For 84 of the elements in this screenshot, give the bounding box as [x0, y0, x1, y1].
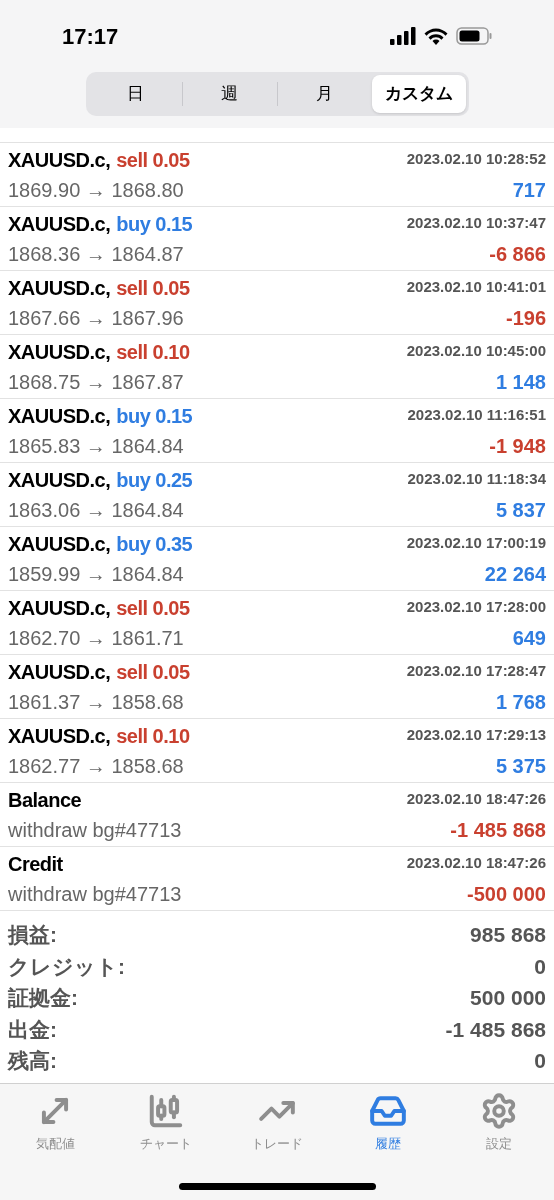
deal-symbol: XAUUSD.c,: [8, 659, 111, 685]
deal-prices: 1867.66 → 1867.96: [8, 305, 184, 331]
deal-amount: 5 375: [495, 753, 546, 779]
deal-time: 2023.02.10 10:45:00: [406, 341, 546, 362]
deal-time: 2023.02.10 11:18:34: [407, 469, 546, 490]
deal-symbol: XAUUSD.c,: [8, 467, 111, 493]
deal-symbol: XAUUSD.c,: [8, 723, 111, 749]
summary-label: 残高:: [8, 1048, 57, 1074]
deal-action: sell 0.05: [116, 275, 190, 301]
deal-action: buy 0.15: [116, 211, 193, 237]
deal-prices: 1868.75 → 1867.87: [8, 369, 184, 395]
battery-icon: [456, 27, 492, 45]
deal-row[interactable]: Balance 2023.02.10 18:47:26 withdraw bg#47713 -1 485 868: [0, 783, 554, 847]
period-tab[interactable]: 月: [277, 75, 371, 113]
deal-amount: 1 148: [495, 369, 546, 395]
period-tab[interactable]: 日: [88, 75, 182, 113]
wifi-icon: [424, 27, 448, 45]
deal-symbol: XAUUSD.c,: [8, 211, 111, 237]
deal-time: 2023.02.10 17:28:47: [406, 661, 546, 682]
deal-time: 2023.02.10 18:47:26: [406, 853, 546, 874]
deal-time: 2023.02.10 10:28:52: [406, 149, 546, 170]
summary-label: 証拠金:: [8, 985, 78, 1011]
summary-label: クレジット:: [8, 953, 125, 980]
deal-prices: 1862.70 → 1861.71: [8, 625, 184, 651]
period-tab[interactable]: カスタム: [372, 75, 466, 113]
deal-action: sell 0.10: [116, 723, 190, 749]
summary-value: 500 000: [470, 985, 546, 1011]
status-time: 17:17: [62, 22, 119, 51]
deal-action: sell 0.05: [116, 595, 190, 621]
deal-prices: 1868.36 → 1864.87: [8, 241, 184, 267]
period-tab[interactable]: 週: [183, 75, 277, 113]
deal-time: 2023.02.10 17:29:13: [406, 725, 546, 746]
deal-amount: -1 948: [489, 433, 546, 459]
deal-amount: -196: [505, 305, 546, 331]
deal-action: sell 0.05: [116, 659, 190, 685]
deal-prices: withdraw bg#47713: [8, 881, 182, 907]
deal-amount: 22 264: [484, 561, 546, 587]
deal-prices: withdraw bg#47713: [8, 817, 182, 843]
deal-prices: 1863.06 → 1864.84: [8, 497, 184, 523]
deal-prices: 1865.83 → 1864.84: [8, 433, 184, 459]
deal-symbol: XAUUSD.c,: [8, 531, 111, 557]
deal-prices: 1861.37 → 1858.68: [8, 689, 184, 715]
deal-time: 2023.02.10 18:47:26: [406, 789, 546, 810]
deal-symbol: XAUUSD.c,: [8, 147, 111, 173]
deal-prices: 1862.77 → 1858.68: [8, 753, 184, 779]
summary-value: 985 868: [470, 922, 546, 948]
deal-prices: 1859.99 → 1864.84: [8, 561, 184, 587]
deal-row[interactable]: XAUUSD.c, buy 0.15 2023.02.10 11:16:51 1865.83 → 1864.84 -1 948: [0, 399, 554, 463]
deal-row[interactable]: XAUUSD.c, sell 0.05 2023.02.10 17:28:00 1862.70 → 1861.71 649: [0, 591, 554, 655]
deal-row[interactable]: XAUUSD.c, sell 0.10 2023.02.10 17:29:13 1862.77 → 1858.68 5 375: [0, 719, 554, 783]
deal-time: 2023.02.10 11:16:51: [407, 405, 546, 426]
deal-amount: 1 768: [495, 689, 546, 715]
summary-label: 損益:: [8, 922, 57, 948]
deal-time: 2023.02.10 17:28:00: [406, 597, 546, 618]
summary-value: 0: [534, 953, 546, 980]
deal-amount: -1 485 868: [450, 817, 546, 843]
deal-symbol: XAUUSD.c,: [8, 339, 111, 365]
deal-amount: -6 866: [489, 241, 546, 267]
deal-action: sell 0.10: [116, 339, 190, 365]
deal-action: buy 0.15: [116, 403, 193, 429]
deal-amount: 649: [512, 625, 546, 651]
deal-symbol: XAUUSD.c,: [8, 403, 111, 429]
deal-row[interactable]: XAUUSD.c, buy 0.35 2023.02.10 17:00:19 1859.99 → 1864.84 22 264: [0, 527, 554, 591]
deal-time: 2023.02.10 10:41:01: [406, 277, 546, 298]
deal-symbol: XAUUSD.c,: [8, 595, 111, 621]
deal-symbol: Credit: [8, 851, 63, 877]
deal-action: buy 0.35: [116, 531, 193, 557]
deal-symbol: XAUUSD.c,: [8, 275, 111, 301]
deal-time: 2023.02.10 17:00:19: [406, 533, 546, 554]
deal-action: buy 0.25: [116, 467, 193, 493]
summary-value: -1 485 868: [445, 1016, 546, 1043]
deal-symbol: Balance: [8, 787, 82, 813]
deal-row[interactable]: Credit 2023.02.10 18:47:26 withdraw bg#47713 -500 000: [0, 847, 554, 911]
summary-value: 0: [534, 1048, 546, 1074]
deal-action: sell 0.05: [116, 147, 190, 173]
deal-prices: 1869.90 → 1868.80: [8, 177, 184, 203]
deal-row[interactable]: XAUUSD.c, sell 0.05 2023.02.10 17:28:47 1861.37 → 1858.68 1 768: [0, 655, 554, 719]
deal-amount: -500 000: [467, 881, 546, 907]
deal-time: 2023.02.10 10:37:47: [406, 213, 546, 234]
deal-amount: 5 837: [495, 497, 546, 523]
deal-amount: 717: [512, 177, 546, 203]
summary-label: 出金:: [8, 1016, 57, 1043]
signal-icon: [390, 27, 416, 45]
tab-bar-item[interactable]: 履歴: [347, 1091, 428, 1153]
